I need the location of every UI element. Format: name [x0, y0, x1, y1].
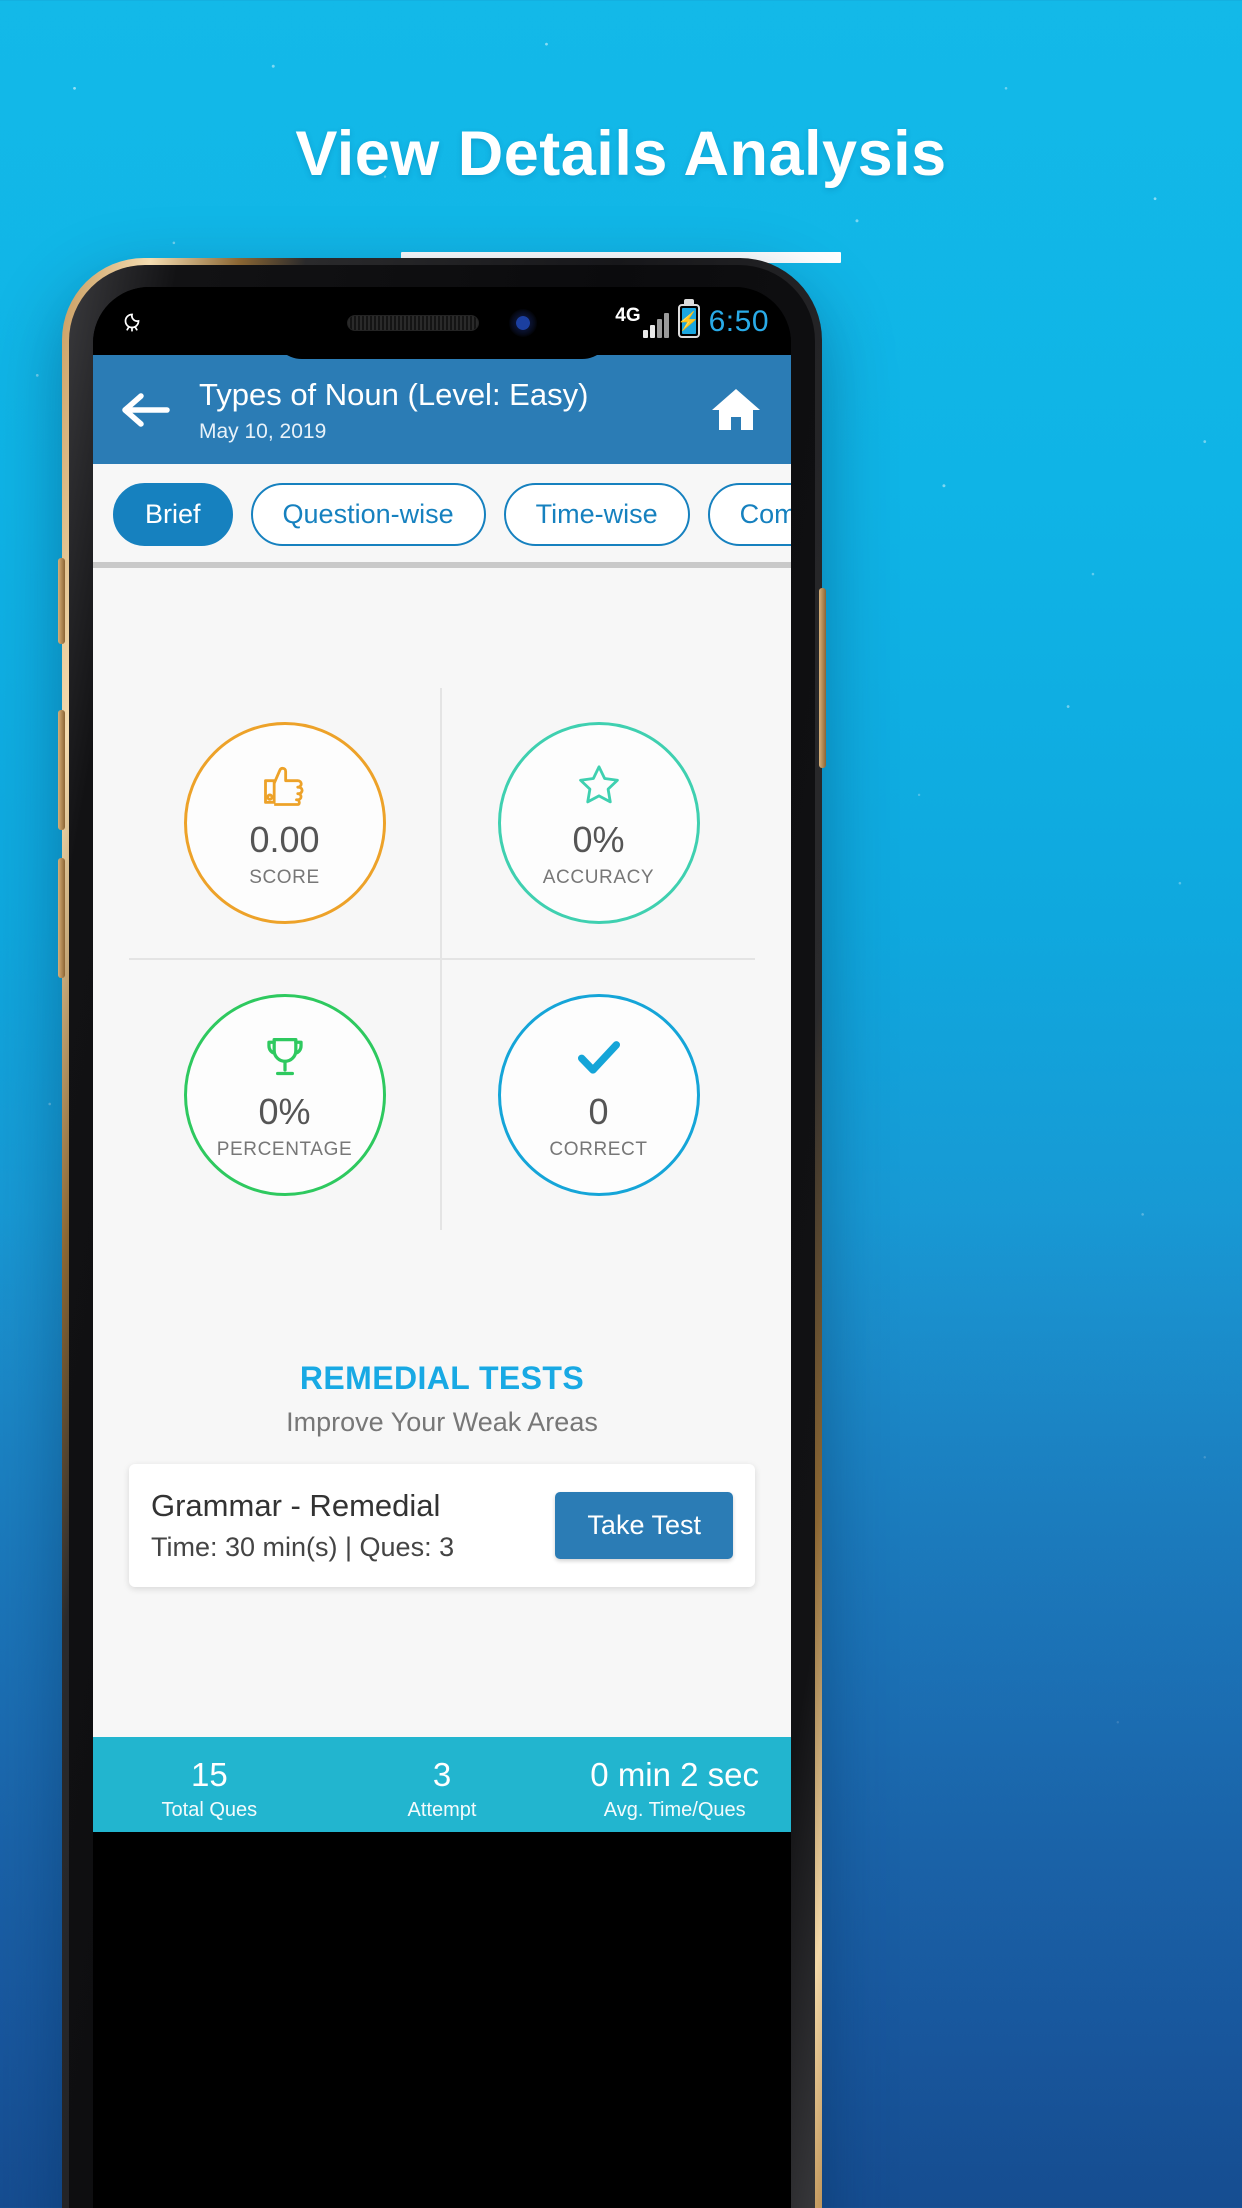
- phone-button-volume-down[interactable]: [58, 858, 65, 978]
- summary-avg-time: 0 min 2 sec Avg. Time/Ques: [558, 1753, 791, 1832]
- remedial-subtitle: Improve Your Weak Areas: [286, 1406, 598, 1437]
- score-value: 0.00: [249, 819, 320, 861]
- correct-label: CORRECT: [549, 1139, 648, 1161]
- app-header-texts: Types of Noun (Level: Easy) May 10, 2019: [181, 377, 701, 444]
- test-title: Types of Noun (Level: Easy): [199, 377, 589, 412]
- tab-time-wise[interactable]: Time-wise: [503, 482, 690, 546]
- phone-notch: [272, 287, 612, 359]
- network-type-label: 4G: [615, 305, 641, 326]
- summary-total-ques-value: 15: [190, 1755, 228, 1793]
- test-date: May 10, 2019: [199, 419, 327, 443]
- page-title: View Details Analysis: [295, 119, 947, 189]
- percentage-value: 0%: [258, 1091, 311, 1133]
- thumbs-up-icon: [259, 756, 311, 814]
- summary-attempt-value: 3: [432, 1755, 452, 1793]
- status-bar-left-icons: [119, 308, 145, 334]
- analysis-tabs: Brief Question-wise Time-wise Compare: [93, 482, 791, 562]
- take-test-button[interactable]: Take Test: [555, 1491, 733, 1559]
- brief-analysis-content: 0.00 SCORE 0% ACCURACY 0% PERCENTAGE 0 C…: [93, 567, 791, 1832]
- summary-avg-time-label: Avg. Time/Ques: [603, 1798, 746, 1821]
- summary-total-ques-label: Total Ques: [161, 1798, 258, 1821]
- app-header: Types of Noun (Level: Easy) May 10, 2019: [93, 355, 791, 464]
- remedial-test-card[interactable]: Grammar - Remedial Time: 30 min(s) | Que…: [129, 1463, 755, 1587]
- percentage-label: PERCENTAGE: [216, 1139, 353, 1161]
- remedial-card-texts: Grammar - Remedial Time: 30 min(s) | Que…: [151, 1488, 541, 1563]
- back-arrow-icon[interactable]: [119, 387, 175, 433]
- tab-question-wise[interactable]: Question-wise: [250, 482, 486, 546]
- home-icon[interactable]: [707, 384, 765, 436]
- remedial-title: REMEDIAL TESTS: [299, 1359, 585, 1396]
- percentage-circle: 0% PERCENTAGE: [183, 993, 386, 1196]
- accuracy-label: ACCURACY: [542, 867, 655, 889]
- phone-screen: 4G ⚡ 6:50 Types of Noun (Level: Easy) Ma…: [93, 287, 791, 2208]
- score-label: SCORE: [249, 867, 320, 889]
- accuracy-value: 0%: [572, 819, 625, 861]
- status-bar-clock: 6:50: [708, 305, 769, 338]
- front-camera-icon: [509, 309, 537, 337]
- phone-button-assistant[interactable]: [58, 558, 65, 644]
- remedial-card-meta: Time: 30 min(s) | Ques: 3: [151, 1531, 455, 1562]
- remedial-tests-section: REMEDIAL TESTS Improve Your Weak Areas G…: [93, 1230, 791, 1587]
- phone-button-power[interactable]: [819, 588, 826, 768]
- summary-attempt: 3 Attempt: [326, 1753, 559, 1832]
- star-icon: [573, 756, 625, 814]
- analysis-tabs-bar: Brief Question-wise Time-wise Compare: [93, 463, 791, 568]
- tab-brief[interactable]: Brief: [113, 482, 233, 546]
- check-icon: [571, 1028, 627, 1086]
- promo-headline-block: View Details Analysis: [0, 0, 1242, 263]
- do-not-disturb-icon: [124, 313, 140, 332]
- accuracy-circle: 0% ACCURACY: [497, 721, 700, 924]
- summary-attempt-label: Attempt: [407, 1798, 477, 1821]
- tabs-underline: [93, 561, 791, 568]
- tab-compare[interactable]: Compare: [707, 482, 791, 546]
- stat-cell-percentage: 0% PERCENTAGE: [129, 959, 442, 1230]
- stat-cell-accuracy: 0% ACCURACY: [442, 688, 755, 960]
- stats-grid: 0.00 SCORE 0% ACCURACY 0% PERCENTAGE 0 C…: [93, 568, 791, 1230]
- correct-circle: 0 CORRECT: [497, 993, 700, 1196]
- summary-total-ques: 15 Total Ques: [93, 1753, 326, 1832]
- remedial-card-title: Grammar - Remedial: [151, 1487, 441, 1523]
- summary-bottom-bar: 15 Total Ques 3 Attempt 0 min 2 sec Avg.…: [93, 1736, 791, 1832]
- signal-bars-icon: 4G: [615, 305, 669, 338]
- score-circle: 0.00 SCORE: [183, 721, 386, 924]
- stat-cell-correct: 0 CORRECT: [442, 960, 755, 1230]
- phone-bezel: 4G ⚡ 6:50 Types of Noun (Level: Easy) Ma…: [69, 265, 815, 2208]
- stat-cell-score: 0.00 SCORE: [129, 687, 442, 960]
- earpiece-speaker-icon: [347, 315, 479, 331]
- status-bar-right-icons: 4G ⚡ 6:50: [615, 304, 769, 338]
- summary-avg-time-value: 0 min 2 sec: [590, 1755, 760, 1793]
- phone-button-volume-up[interactable]: [58, 710, 65, 830]
- phone-mockup: 4G ⚡ 6:50 Types of Noun (Level: Easy) Ma…: [58, 258, 826, 2208]
- battery-charging-icon: ⚡: [677, 304, 700, 338]
- trophy-icon: [259, 1028, 311, 1086]
- correct-value: 0: [588, 1091, 609, 1133]
